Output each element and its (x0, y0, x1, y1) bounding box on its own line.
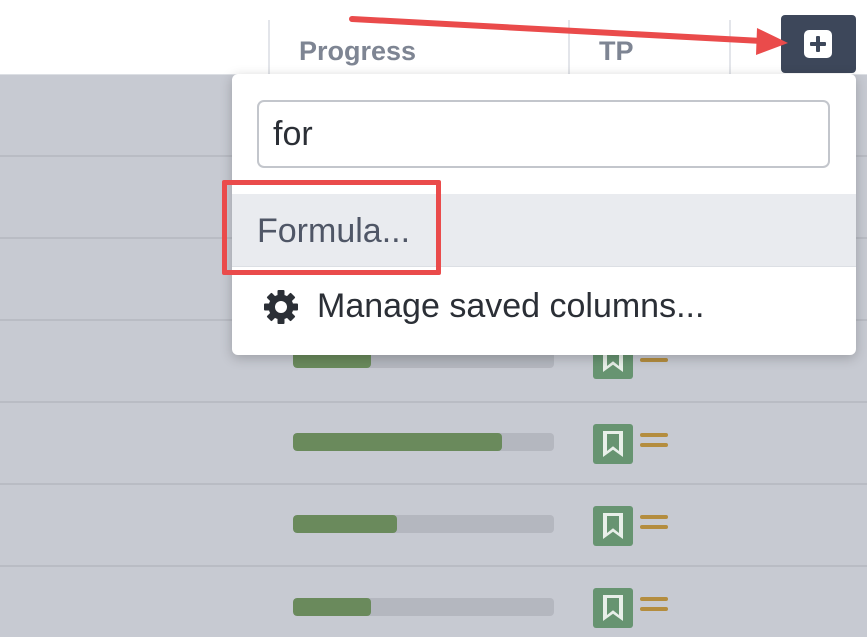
table-row[interactable] (0, 403, 867, 485)
column-divider[interactable] (268, 20, 270, 75)
column-header-tp[interactable]: TP (599, 36, 634, 67)
gear-icon (264, 290, 298, 324)
table-header: Progress TP (0, 0, 867, 75)
column-divider[interactable] (729, 20, 731, 75)
plus-square-icon (804, 30, 832, 58)
progress-bar (293, 515, 554, 533)
column-header-progress[interactable]: Progress (299, 36, 416, 67)
column-divider[interactable] (568, 20, 570, 75)
table-row[interactable] (0, 485, 867, 567)
story-icon (593, 588, 633, 628)
medium-priority-icon (640, 515, 668, 537)
medium-priority-icon (640, 433, 668, 455)
story-icon (593, 424, 633, 464)
progress-fill (293, 433, 502, 451)
column-search-input[interactable] (257, 100, 830, 168)
highlight-annotation (222, 180, 441, 275)
progress-bar (293, 598, 554, 616)
table-row[interactable] (0, 567, 867, 637)
add-column-button[interactable] (781, 15, 856, 73)
story-icon (593, 506, 633, 546)
progress-fill (293, 598, 372, 616)
medium-priority-icon (640, 597, 668, 619)
progress-bar (293, 433, 554, 451)
menu-item-label: Manage saved columns... (317, 287, 705, 325)
progress-fill (293, 515, 398, 533)
menu-item-manage-saved-columns[interactable]: Manage saved columns... (232, 267, 856, 355)
